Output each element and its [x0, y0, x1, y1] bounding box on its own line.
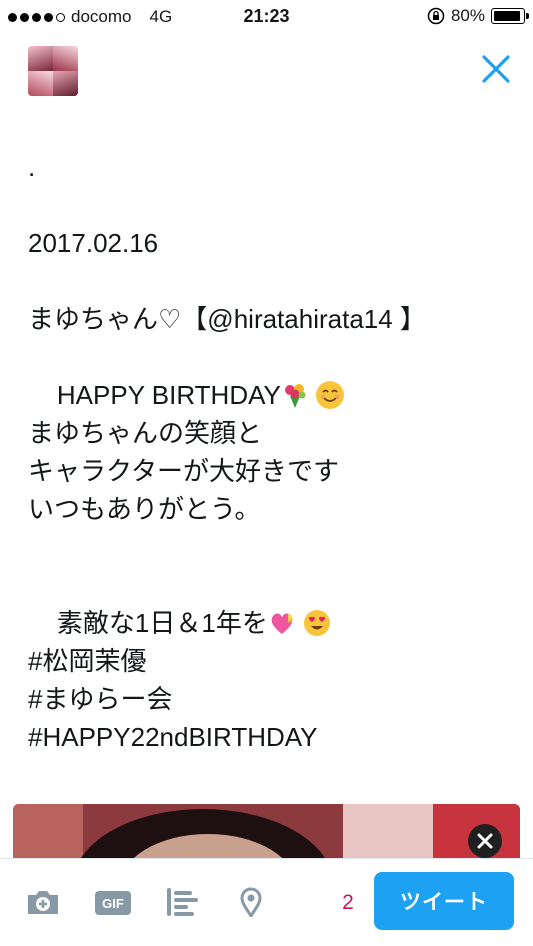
text-line: 2017.02.16 [28, 228, 159, 258]
smile-emoji [316, 381, 345, 409]
status-right: 80% [427, 6, 529, 26]
remove-icon [477, 833, 493, 849]
remove-photo-button[interactable] [468, 824, 502, 858]
text-segment: HAPPY BIRTHDAY [56, 380, 281, 410]
bouquet-emoji [284, 384, 306, 408]
hashtag: #HAPPY22ndBIRTHDAY [28, 722, 318, 752]
text-line: まゆちゃん♡【@hiratahirata14 】 [28, 304, 426, 334]
text-segment: 素敵な1日＆1年を [56, 608, 268, 638]
text-line: いつもありがとう。 [28, 494, 261, 524]
gif-label: GIF [102, 895, 124, 911]
text-line: キャラクターが大好きです [28, 456, 339, 486]
poll-icon[interactable] [165, 887, 201, 917]
close-icon[interactable] [479, 52, 513, 86]
avatar[interactable] [28, 46, 78, 96]
text-line-wish: 素敵な1日＆1年を [28, 566, 508, 638]
hashtag: #松岡茉優 [28, 646, 147, 676]
photo-content [13, 804, 520, 864]
attached-photo[interactable] [13, 804, 520, 864]
tweet-button-label: ツイート [400, 891, 488, 914]
camera-icon[interactable] [25, 887, 61, 917]
tweet-compose-text[interactable]: . 2017.02.16 まゆちゃん♡【@hiratahirata14 】 HA… [28, 148, 508, 756]
battery-icon [491, 8, 529, 24]
hashtag: #まゆらー会 [28, 684, 173, 714]
tweet-button[interactable]: ツイート [374, 872, 514, 930]
battery-percent: 80% [450, 6, 485, 25]
text-line: . [28, 152, 36, 182]
remaining-character-count: 2 [342, 891, 354, 914]
heart-eyes-emoji [304, 610, 331, 636]
text-line: まゆちゃんの笑顔と [28, 418, 263, 448]
heart-emoji [271, 613, 294, 634]
orientation-lock-icon [427, 7, 445, 25]
location-icon[interactable] [236, 887, 266, 917]
text-line-birthday: HAPPY BIRTHDAY [28, 338, 508, 410]
gif-icon[interactable]: GIF [95, 891, 131, 915]
status-bar: docomo 4G 21:23 80% [0, 0, 533, 36]
